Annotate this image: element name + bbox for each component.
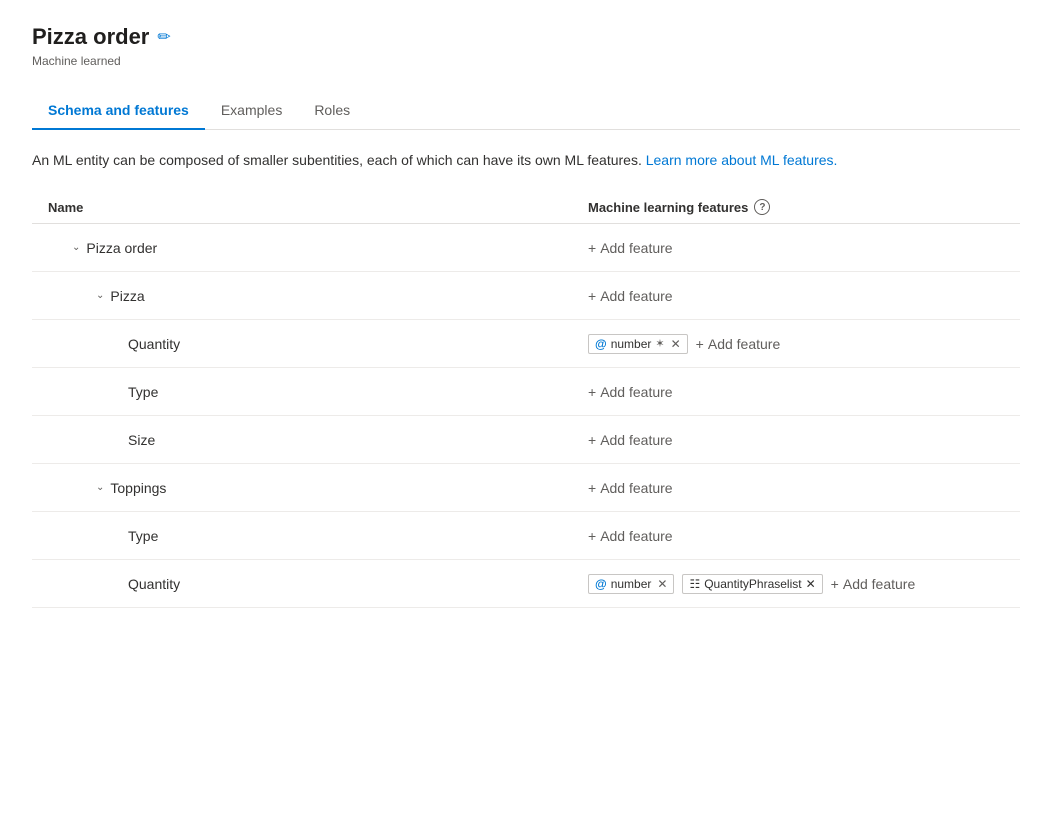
- tab-roles[interactable]: Roles: [298, 92, 366, 130]
- page-title: Pizza order: [32, 24, 149, 50]
- row-name-type-1: Type: [48, 384, 588, 400]
- feature-tag-number2: @ number ✕: [588, 574, 674, 594]
- description-text: An ML entity can be composed of smaller …: [32, 150, 1020, 171]
- table-row: Quantity @ number ✶ ✕ + Add feature: [32, 320, 1020, 368]
- add-feature-button[interactable]: + Add feature: [588, 432, 673, 448]
- star-icon: ✶: [655, 337, 664, 350]
- row-features-pizza: + Add feature: [588, 288, 1004, 304]
- tabs-container: Schema and features Examples Roles: [32, 92, 1020, 130]
- chevron-icon[interactable]: ⌄: [96, 290, 104, 301]
- remove-feature-button[interactable]: ✕: [657, 577, 667, 591]
- page-subtitle: Machine learned: [32, 54, 1020, 68]
- table-row: Type + Add feature: [32, 512, 1020, 560]
- page-title-row: Pizza order ✏: [32, 24, 1020, 50]
- chevron-icon[interactable]: ⌄: [72, 242, 80, 253]
- feature-tag-phraselist: ☷ QuantityPhraselist ✕: [682, 574, 822, 594]
- feature-tag-number: @ number ✶ ✕: [588, 334, 688, 354]
- at-icon: @: [595, 337, 607, 351]
- table-header: Name Machine learning features ?: [32, 191, 1020, 224]
- table-row: ⌄ Pizza + Add feature: [32, 272, 1020, 320]
- row-name-toppings: ⌄ Toppings: [48, 480, 588, 496]
- page-container: Pizza order ✏ Machine learned Schema and…: [0, 0, 1052, 632]
- row-features-pizza-order: + Add feature: [588, 240, 1004, 256]
- row-name-quantity-2: Quantity: [48, 576, 588, 592]
- table-row: Type + Add feature: [32, 368, 1020, 416]
- feature-tag-label: number: [611, 577, 652, 591]
- table-row: Size + Add feature: [32, 416, 1020, 464]
- add-feature-button[interactable]: + Add feature: [588, 384, 673, 400]
- add-feature-button[interactable]: + Add feature: [696, 336, 781, 352]
- tab-schema[interactable]: Schema and features: [32, 92, 205, 130]
- list-icon: ☷: [689, 577, 700, 591]
- at-icon: @: [595, 577, 607, 591]
- row-features-type-1: + Add feature: [588, 384, 1004, 400]
- row-features-toppings: + Add feature: [588, 480, 1004, 496]
- row-name-pizza: ⌄ Pizza: [48, 288, 588, 304]
- row-name-type-2: Type: [48, 528, 588, 544]
- table-row: Quantity @ number ✕ ☷ QuantityPhraselist…: [32, 560, 1020, 608]
- row-features-type-2: + Add feature: [588, 528, 1004, 544]
- chevron-icon[interactable]: ⌄: [96, 482, 104, 493]
- row-name-size: Size: [48, 432, 588, 448]
- tab-examples[interactable]: Examples: [205, 92, 298, 130]
- learn-more-link[interactable]: Learn more about ML features.: [646, 152, 838, 168]
- row-name-pizza-order: ⌄ Pizza order: [48, 240, 588, 256]
- col-features-header: Machine learning features ?: [588, 199, 1004, 215]
- help-icon[interactable]: ?: [754, 199, 770, 215]
- row-features-quantity-1: @ number ✶ ✕ + Add feature: [588, 334, 1004, 354]
- add-feature-button[interactable]: + Add feature: [831, 576, 916, 592]
- remove-feature-button[interactable]: ✕: [806, 577, 816, 591]
- feature-tag-label: QuantityPhraselist: [704, 577, 801, 591]
- row-features-quantity-2: @ number ✕ ☷ QuantityPhraselist ✕ + Add …: [588, 574, 1004, 594]
- row-features-size: + Add feature: [588, 432, 1004, 448]
- add-feature-button[interactable]: + Add feature: [588, 528, 673, 544]
- table-row: ⌄ Toppings + Add feature: [32, 464, 1020, 512]
- add-feature-button[interactable]: + Add feature: [588, 240, 673, 256]
- feature-tag-label: number: [611, 337, 652, 351]
- col-name-header: Name: [48, 200, 588, 215]
- remove-feature-button[interactable]: ✕: [671, 337, 681, 351]
- edit-icon[interactable]: ✏: [157, 27, 170, 47]
- add-feature-button[interactable]: + Add feature: [588, 480, 673, 496]
- add-feature-button[interactable]: + Add feature: [588, 288, 673, 304]
- table-row: ⌄ Pizza order + Add feature: [32, 224, 1020, 272]
- row-name-quantity-1: Quantity: [48, 336, 588, 352]
